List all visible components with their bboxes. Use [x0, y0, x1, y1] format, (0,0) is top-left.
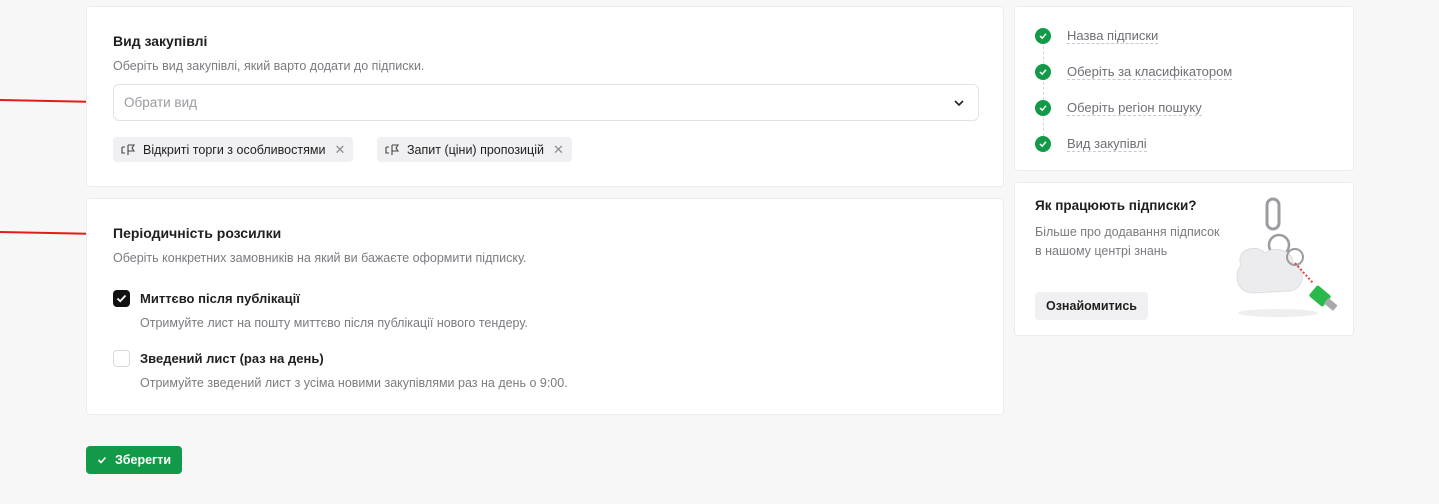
step-label: Оберіть за класифікатором — [1067, 64, 1233, 80]
save-label: Зберегти — [114, 453, 172, 467]
help-card: Як працюють підписки? Більше про додаван… — [1014, 182, 1354, 336]
steps-card: Назва підписки Оберіть за класифікатором… — [1014, 6, 1354, 171]
keychain-illustration — [1236, 197, 1338, 317]
tender-type-icon — [385, 143, 399, 155]
check-circle-icon — [1035, 64, 1051, 80]
daily-digest-checkbox[interactable] — [113, 350, 130, 367]
step-label: Назва підписки — [1067, 28, 1159, 44]
daily-option-description: Отримуйте зведений лист з усіма новими з… — [140, 376, 568, 390]
help-title: Як працюють підписки? — [1035, 198, 1197, 213]
step-label: Оберіть регіон пошуку — [1067, 100, 1202, 116]
tag-chip: Запит (ціни) пропозицій ✕ — [377, 137, 572, 162]
step-classifier[interactable]: Оберіть за класифікатором — [1035, 63, 1233, 81]
step-region[interactable]: Оберіть регіон пошуку — [1035, 99, 1202, 117]
tag-chip: Відкриті торги з особливостями ✕ — [113, 137, 354, 162]
learn-more-button[interactable]: Ознайомитись — [1035, 292, 1148, 320]
help-text: Більше про додавання підписок в нашому ц… — [1035, 225, 1220, 258]
close-icon[interactable]: ✕ — [334, 143, 345, 156]
step-name[interactable]: Назва підписки — [1035, 27, 1159, 45]
procurement-type-card: Вид закупівлі Оберіть вид закупівлі, яки… — [86, 6, 1004, 187]
procurement-type-select[interactable]: Обрати вид — [113, 84, 979, 121]
frequency-card: Періодичність розсилки Оберіть конкретни… — [86, 198, 1004, 415]
frequency-title: Періодичність розсилки — [113, 225, 282, 241]
steps-connector — [1043, 41, 1044, 141]
tender-type-icon — [121, 143, 135, 155]
check-circle-icon — [1035, 28, 1051, 44]
check-icon — [116, 294, 127, 303]
tag-label: Запит (ціни) пропозицій — [407, 142, 544, 157]
instant-option-description: Отримуйте лист на пошту миттєво після пу… — [140, 316, 528, 330]
step-procurement-type[interactable]: Вид закупівлі — [1035, 135, 1147, 153]
check-circle-icon — [1035, 100, 1051, 116]
procurement-type-title: Вид закупівлі — [113, 33, 208, 49]
frequency-subtitle: Оберіть конкретних замовників на який ви… — [113, 251, 527, 265]
save-button[interactable]: Зберегти — [86, 446, 182, 474]
tag-label: Відкриті торги з особливостями — [143, 142, 326, 157]
check-icon — [97, 456, 107, 464]
chevron-down-icon — [954, 100, 964, 107]
instant-option-label[interactable]: Миттєво після публікації — [140, 291, 300, 306]
step-label: Вид закупівлі — [1067, 136, 1147, 152]
procurement-type-subtitle: Оберіть вид закупівлі, який варто додати… — [113, 59, 425, 73]
check-circle-icon — [1035, 136, 1051, 152]
close-icon[interactable]: ✕ — [553, 143, 564, 156]
select-placeholder: Обрати вид — [124, 95, 198, 110]
instant-checkbox[interactable] — [113, 290, 130, 307]
daily-option-label[interactable]: Зведений лист (раз на день) — [140, 351, 324, 366]
